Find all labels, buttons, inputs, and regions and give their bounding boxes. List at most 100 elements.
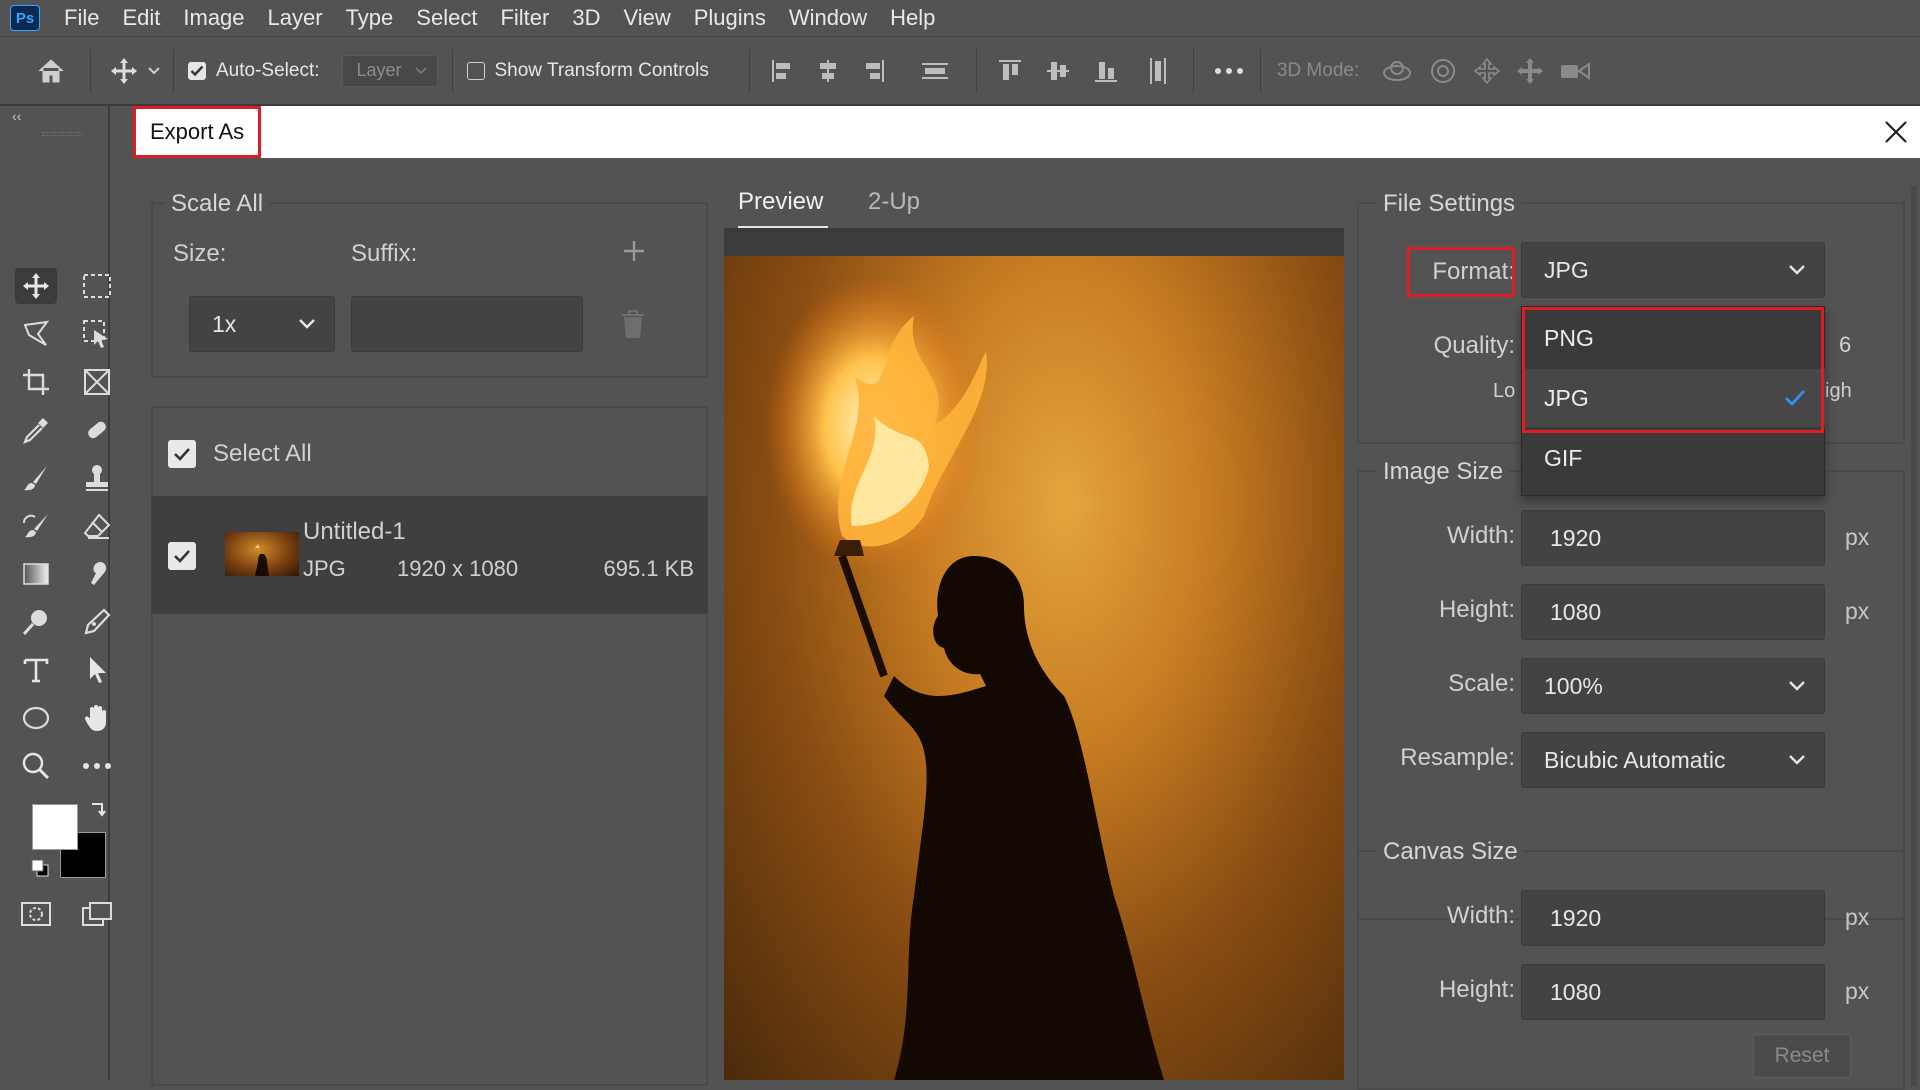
canvas-width-input[interactable]: 1920: [1521, 890, 1825, 946]
ellipse-tool[interactable]: [15, 700, 57, 736]
pen-tool[interactable]: [76, 604, 118, 640]
eraser-icon: [83, 513, 111, 539]
scale-dropdown[interactable]: 100%: [1521, 658, 1825, 714]
menu-3d[interactable]: 3D: [572, 5, 600, 31]
bandage-icon: [88, 421, 106, 439]
smudge-tool[interactable]: [76, 556, 118, 592]
close-icon[interactable]: [1882, 118, 1910, 146]
image-height-input[interactable]: 1080: [1521, 584, 1825, 640]
image-width-input[interactable]: 1920: [1521, 510, 1825, 566]
menu-window[interactable]: Window: [789, 5, 867, 31]
3d-mode-label: 3D Mode:: [1276, 59, 1360, 81]
hand-tool[interactable]: [76, 700, 118, 736]
move-tool-icon[interactable]: [109, 56, 139, 86]
canvas-height-input[interactable]: 1080: [1521, 964, 1825, 1020]
show-transform-controls-checkbox[interactable]: [466, 61, 485, 80]
align-top-edges-icon[interactable]: [997, 58, 1023, 84]
select-all-checkbox[interactable]: [168, 440, 196, 468]
menu-help[interactable]: Help: [890, 5, 935, 31]
brush-icon: [24, 466, 47, 491]
asset-thumbnail: [225, 532, 299, 576]
canvas-width-unit: px: [1845, 904, 1870, 930]
rectangular-marquee-tool[interactable]: [76, 268, 118, 304]
align-right-edges-icon[interactable]: [862, 58, 886, 84]
scale-value: 100%: [1544, 672, 1603, 699]
menu-select[interactable]: Select: [416, 5, 477, 31]
auto-select-target-dropdown[interactable]: Layer: [341, 54, 438, 87]
reset-button[interactable]: Reset: [1753, 1034, 1851, 1078]
align-horizontal-centers-icon[interactable]: [816, 58, 840, 84]
3d-slide-icon[interactable]: [1515, 56, 1545, 86]
zoom-tool[interactable]: [15, 748, 57, 784]
resample-label: Resample:: [1400, 744, 1515, 771]
path-selection-tool[interactable]: [76, 652, 118, 688]
chevron-down-icon: [1789, 755, 1805, 765]
asset-dimensions: 1920 x 1080: [397, 556, 519, 581]
trash-icon[interactable]: [619, 308, 647, 340]
3d-scale-camera-icon[interactable]: [1559, 60, 1591, 82]
move-tool[interactable]: [15, 268, 57, 304]
options-bar: Auto-Select: Layer Show Transform Contro…: [0, 36, 1920, 106]
frame-tool[interactable]: [76, 364, 118, 400]
chevron-down-icon: [1789, 681, 1805, 691]
crop-tool[interactable]: [15, 364, 57, 400]
lasso-tool[interactable]: [15, 316, 57, 352]
clone-stamp-tool[interactable]: [76, 460, 118, 496]
tab-preview[interactable]: Preview: [738, 188, 823, 216]
auto-select-checkbox[interactable]: [188, 61, 206, 80]
default-colors-icon[interactable]: [30, 858, 50, 878]
asset-checkbox[interactable]: [168, 542, 196, 570]
align-bottom-edges-icon[interactable]: [1093, 58, 1119, 84]
3d-roll-icon[interactable]: [1429, 57, 1457, 85]
scale-size-dropdown[interactable]: 1x: [189, 296, 335, 352]
preview-area[interactable]: [724, 228, 1344, 1080]
menu-file[interactable]: File: [64, 5, 99, 31]
more-options-icon[interactable]: [1214, 67, 1244, 75]
arrow-cursor-icon: [90, 657, 106, 683]
resample-dropdown[interactable]: Bicubic Automatic: [1521, 732, 1825, 788]
chevron-down-icon: [299, 319, 315, 329]
gradient-tool[interactable]: [15, 556, 57, 592]
type-tool[interactable]: [15, 652, 57, 688]
menu-filter[interactable]: Filter: [500, 5, 549, 31]
healing-brush-tool[interactable]: [76, 412, 118, 448]
screen-mode-tool[interactable]: [76, 896, 118, 932]
format-dropdown[interactable]: JPG: [1521, 242, 1825, 298]
object-selection-tool[interactable]: [76, 316, 118, 352]
more-tools-icon: [83, 763, 111, 769]
object-selection-icon: [83, 320, 108, 348]
type-icon: [23, 658, 49, 683]
align-left-edges-icon[interactable]: [770, 58, 794, 84]
show-transform-controls-label: Show Transform Controls: [494, 59, 709, 81]
menu-type[interactable]: Type: [346, 5, 394, 31]
distribute-vertical-icon[interactable]: [1145, 56, 1171, 86]
menu-plugins[interactable]: Plugins: [694, 5, 766, 31]
align-vertical-centers-icon[interactable]: [1045, 58, 1071, 84]
suffix-input[interactable]: [351, 296, 583, 352]
add-scale-icon[interactable]: [621, 238, 647, 264]
edit-toolbar-button[interactable]: [76, 748, 118, 784]
brush-tool[interactable]: [15, 460, 57, 496]
asset-row[interactable]: Untitled-1 JPG 1920 x 1080 695.1 KB: [151, 496, 708, 614]
3d-orbit-icon[interactable]: [1381, 58, 1413, 84]
eraser-tool[interactable]: [76, 508, 118, 544]
dodge-tool[interactable]: [15, 604, 57, 640]
quick-mask-tool[interactable]: [15, 896, 57, 932]
tab-2-up[interactable]: 2-Up: [868, 188, 920, 216]
history-brush-tool[interactable]: [15, 508, 57, 544]
eyedropper-tool[interactable]: [15, 412, 57, 448]
3d-pan-icon[interactable]: [1473, 57, 1501, 85]
swap-colors-icon[interactable]: [88, 800, 108, 820]
menu-edit[interactable]: Edit: [122, 5, 160, 31]
distribute-horizontal-icon[interactable]: [920, 58, 950, 84]
home-icon[interactable]: [36, 57, 66, 85]
menu-layer[interactable]: Layer: [268, 5, 323, 31]
collapse-panel-icon[interactable]: ‹‹: [12, 108, 21, 124]
right-scrollbar[interactable]: [1911, 186, 1917, 1086]
format-option-gif[interactable]: GIF: [1522, 429, 1826, 487]
foreground-color-swatch[interactable]: [32, 804, 78, 850]
chevron-down-icon[interactable]: [147, 66, 161, 76]
menu-image[interactable]: Image: [183, 5, 244, 31]
menu-view[interactable]: View: [623, 5, 670, 31]
panel-grip[interactable]: [42, 132, 82, 136]
